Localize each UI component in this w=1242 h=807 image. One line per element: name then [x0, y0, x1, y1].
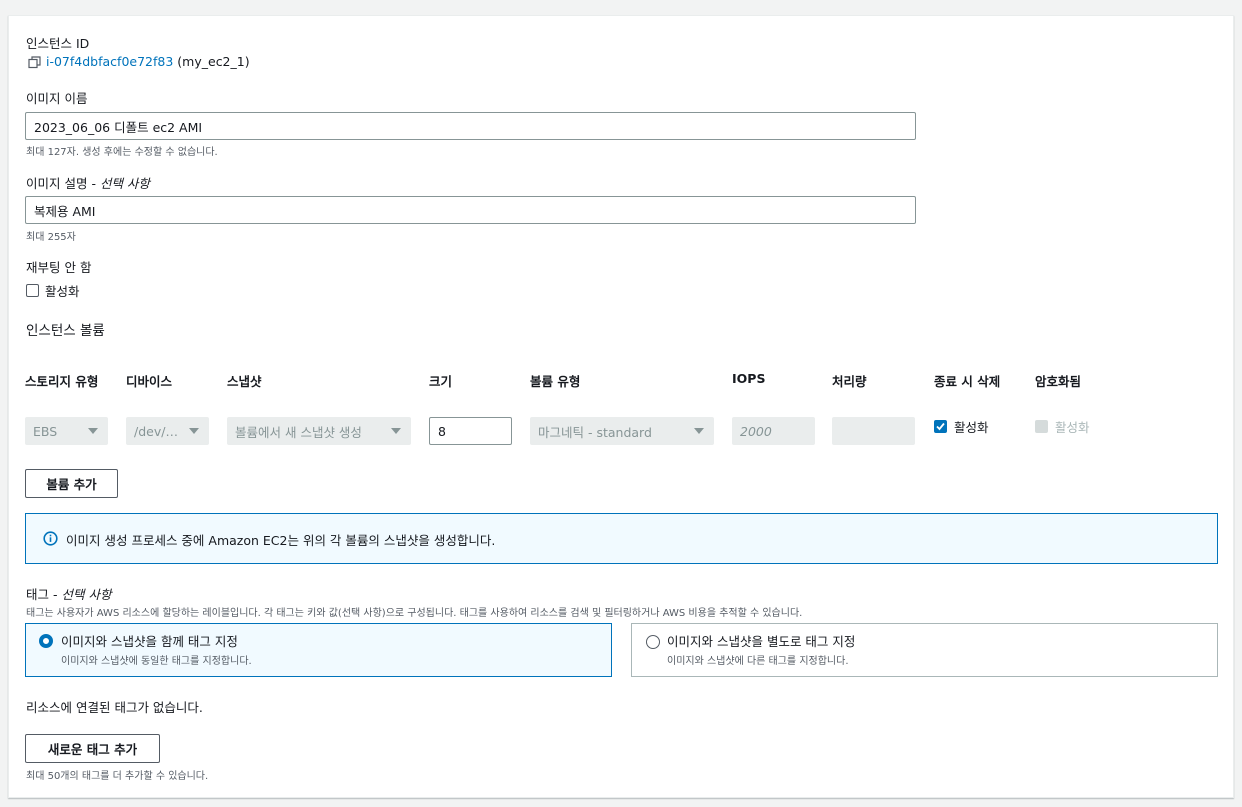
tags-label-text: 태그 -: [26, 587, 62, 602]
instance-id-row: i-07f4dbfacf0e72f83 (my_ec2_1): [46, 54, 250, 69]
image-desc-input[interactable]: 복제용 AMI: [25, 196, 916, 224]
instance-id-label: 인스턴스 ID: [26, 36, 90, 51]
info-icon: [43, 531, 58, 546]
col-throughput: 처리량: [832, 374, 867, 389]
encrypted-label: 활성화: [1055, 420, 1090, 435]
col-device: 디바이스: [126, 374, 173, 389]
delete-on-termination-checkbox[interactable]: [934, 420, 947, 433]
tag-option-separate[interactable]: 이미지와 스냅샷을 별도로 태그 지정 이미지와 스냅샷에 다른 태그를 지정합…: [631, 623, 1218, 677]
add-volume-button[interactable]: 볼륨 추가: [25, 469, 118, 498]
checkmark-icon: [936, 422, 945, 431]
iops-input: 2000: [732, 417, 815, 445]
delete-on-termination-label: 활성화: [954, 420, 989, 435]
chevron-down-icon: [189, 428, 199, 434]
tag-option-together-radio[interactable]: [39, 634, 53, 648]
col-snapshot: 스냅샷: [227, 374, 262, 389]
col-iops: IOPS: [732, 371, 766, 386]
volume-type-select: 마그네틱 - standard: [530, 417, 714, 445]
storage-type-value: EBS: [33, 423, 58, 439]
chevron-down-icon: [694, 428, 704, 434]
size-input[interactable]: 8: [429, 417, 512, 445]
info-text: 이미지 생성 프로세스 중에 Amazon EC2는 위의 각 볼륨의 스냅샷을…: [66, 533, 496, 548]
no-reboot-label: 재부팅 안 함: [26, 260, 92, 275]
col-delete-on-termination: 종료 시 삭제: [934, 374, 1001, 389]
tag-option-separate-radio[interactable]: [646, 635, 660, 649]
volume-type-value: 마그네틱 - standard: [538, 424, 652, 440]
no-reboot-checkbox[interactable]: [26, 284, 39, 297]
image-desc-hint: 최대 255자: [26, 232, 76, 243]
image-desc-label-text: 이미지 설명 -: [26, 176, 100, 191]
tag-option-together-title: 이미지와 스냅샷을 함께 태그 지정: [61, 634, 238, 649]
col-encrypted: 암호화됨: [1035, 374, 1082, 389]
add-tag-hint: 최대 50개의 태그를 더 추가할 수 있습니다.: [26, 771, 209, 782]
storage-type-select: EBS: [25, 417, 108, 445]
snapshot-value: 볼륨에서 새 스냅샷 생성: [235, 424, 362, 440]
image-desc-label: 이미지 설명 - 선택 사항: [26, 173, 150, 192]
tag-option-together[interactable]: 이미지와 스냅샷을 함께 태그 지정 이미지와 스냅샷에 동일한 태그를 지정합…: [25, 623, 612, 677]
tag-option-together-desc: 이미지와 스냅샷에 동일한 태그를 지정합니다.: [61, 656, 252, 667]
encrypted-checkbox: [1035, 420, 1048, 433]
volumes-section-title: 인스턴스 볼륨: [26, 323, 105, 339]
tag-option-separate-desc: 이미지와 스냅샷에 다른 태그를 지정합니다.: [667, 656, 849, 667]
add-tag-button[interactable]: 새로운 태그 추가: [25, 734, 160, 763]
instance-id-link[interactable]: i-07f4dbfacf0e72f83: [46, 54, 173, 69]
snapshot-select: 볼륨에서 새 스냅샷 생성: [227, 417, 411, 445]
device-select: /dev/…: [126, 417, 209, 445]
image-name-label: 이미지 이름: [26, 91, 88, 106]
chevron-down-icon: [88, 428, 98, 434]
col-size: 크기: [429, 374, 453, 389]
no-reboot-checkbox-label: 활성화: [45, 284, 80, 299]
throughput-input: [832, 417, 915, 445]
info-alert: 이미지 생성 프로세스 중에 Amazon EC2는 위의 각 볼륨의 스냅샷을…: [25, 513, 1218, 564]
image-name-hint: 최대 127자. 생성 후에는 수정할 수 없습니다.: [26, 147, 218, 158]
col-volume-type: 볼륨 유형: [530, 374, 581, 389]
col-storage-type: 스토리지 유형: [25, 374, 99, 389]
instance-name: (my_ec2_1): [177, 54, 250, 69]
no-tags-text: 리소스에 연결된 태그가 없습니다.: [26, 700, 203, 715]
optional-text: 선택 사항: [99, 176, 150, 191]
optional-text: 선택 사항: [61, 587, 112, 602]
tag-option-separate-title: 이미지와 스냅샷을 별도로 태그 지정: [667, 634, 856, 649]
tags-label: 태그 - 선택 사항: [26, 584, 111, 603]
tags-description: 태그는 사용자가 AWS 리소스에 할당하는 레이블입니다. 각 태그는 키와 …: [26, 608, 803, 619]
copy-icon[interactable]: [28, 56, 42, 70]
chevron-down-icon: [391, 428, 401, 434]
create-image-panel: 인스턴스 ID i-07f4dbfacf0e72f83 (my_ec2_1) 이…: [8, 15, 1234, 798]
image-name-input[interactable]: 2023_06_06 디폴트 ec2 AMI: [25, 112, 916, 140]
device-value: /dev/…: [134, 423, 178, 439]
